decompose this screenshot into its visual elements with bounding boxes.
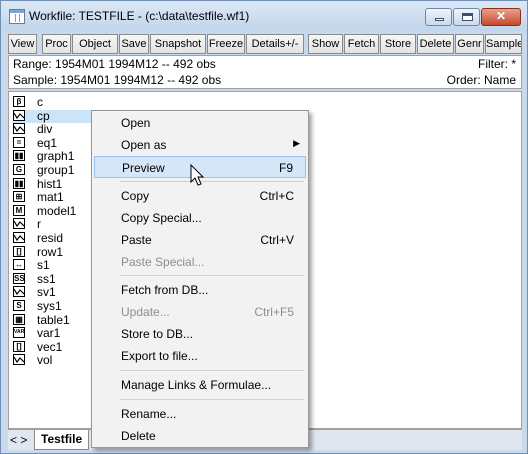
object-button[interactable]: Object [72,34,118,54]
maximize-button[interactable] [453,8,480,26]
series-icon [13,123,25,135]
sspace-icon: SS [13,272,25,284]
close-button[interactable]: ✕ [481,8,521,26]
order-label: Order: Name [446,73,516,87]
menu-item-rename[interactable]: Rename... [94,403,306,425]
title-bar[interactable]: Workfile: TESTFILE - (c:\data\testfile.w… [1,1,527,31]
list-item-label: hist1 [37,176,63,191]
rowvector-icon: [] [13,245,25,257]
range-info-bar[interactable]: Range: 1954M01 1994M12 -- 492 obs Sample… [8,55,522,89]
proc-button[interactable]: Proc [42,34,71,54]
list-item-label: cp [37,108,50,123]
equation-icon: = [13,136,25,148]
list-item-label: div [37,122,53,137]
store-button[interactable]: Store [380,34,416,54]
vector-icon: [] [13,340,25,352]
fetch-button[interactable]: Fetch [344,34,379,54]
genr-button[interactable]: Genr [455,34,484,54]
graph-icon: ▮▮ [13,150,25,162]
list-item-label: vol [37,353,53,368]
sample-label: Sample: 1954M01 1994M12 -- 492 obs [13,73,222,87]
table-icon: ▦ [13,313,25,325]
minimize-icon [435,18,444,21]
submenu-arrow-icon: ▶ [293,138,300,148]
window-title: Workfile: TESTFILE - (c:\data\testfile.w… [29,9,250,23]
menu-separator [120,275,304,276]
list-item-label: sys1 [37,299,62,313]
menu-item-open-as[interactable]: Open as ▶ [94,134,306,156]
menu-item-open[interactable]: Open [94,112,306,134]
list-item-label: row1 [37,244,64,259]
graph-icon: ▮▮ [13,177,25,189]
coef-icon: β [13,96,25,107]
menu-item-fetch-from-db[interactable]: Fetch from DB... [94,279,306,301]
context-menu: Open Open as ▶ Preview F9 Copy Ctrl+C Copy … [91,110,309,448]
scalar-icon: ↔ [13,259,25,271]
series-icon [13,232,25,243]
freeze-button[interactable]: Freeze [207,34,245,54]
list-item-label: eq1 [37,135,58,150]
workfile-icon [9,9,25,24]
model-icon: M [13,204,25,216]
show-button[interactable]: Show [308,34,343,54]
series-icon [13,218,25,230]
close-icon: ✕ [495,9,507,23]
menu-item-paste-special: Paste Special... [121,255,205,269]
menu-item-copy-special[interactable]: Copy Special... [94,207,306,229]
menu-item-store-to-db[interactable]: Store to DB... [94,323,306,345]
list-item-label: table1 [37,312,70,327]
menu-item-update: Update... Ctrl+F5 [121,305,294,319]
maximize-icon [462,13,473,21]
mouse-cursor-icon [190,164,204,186]
minimize-button[interactable] [425,8,452,26]
group-icon: G [13,164,25,175]
var-icon: VAR [13,327,25,339]
tab-testfile[interactable]: Testfile [34,430,90,450]
series-icon [13,286,25,298]
menu-item-manage-links[interactable]: Manage Links & Formulae... [94,374,306,396]
list-item-label: resid [37,231,64,245]
list-item-label: group1 [37,163,75,177]
filter-label: Filter: * [477,57,516,71]
series-icon [13,109,25,121]
view-button[interactable]: View [8,34,37,54]
list-item-label: sv1 [37,285,56,300]
details-button[interactable]: Details+/- [246,34,304,54]
list-item-label: var1 [37,326,61,341]
list-item-label: s1 [37,258,50,273]
list-item-label: model1 [37,203,77,218]
list-item-label: mat1 [37,190,64,205]
list-item-label: vec1 [37,339,63,354]
series-icon [13,354,25,366]
range-label: Range: 1954M01 1994M12 -- 492 obs [13,57,216,71]
menu-item-paste[interactable]: Paste Ctrl+V [94,229,306,251]
tab-scroll-arrows[interactable]: < > [10,433,27,447]
snapshot-button[interactable]: Snapshot [150,34,206,54]
menu-separator [120,181,304,182]
menu-item-copy[interactable]: Copy Ctrl+C [94,185,306,207]
matrix-icon: ⊞ [13,191,25,203]
list-item-label: ss1 [37,271,56,286]
menu-item-delete[interactable]: Delete [94,425,306,447]
system-icon: S [13,300,25,311]
menu-separator [120,399,304,400]
list-item-label: graph1 [37,149,75,164]
save-button[interactable]: Save [119,34,149,54]
delete-button[interactable]: Delete [417,34,454,54]
sample-button[interactable]: Sample [485,34,522,54]
menu-separator [120,370,304,371]
menu-item-export-to-file[interactable]: Export to file... [94,345,306,367]
list-item-label: c [37,95,43,109]
list-item-label: r [37,217,41,232]
